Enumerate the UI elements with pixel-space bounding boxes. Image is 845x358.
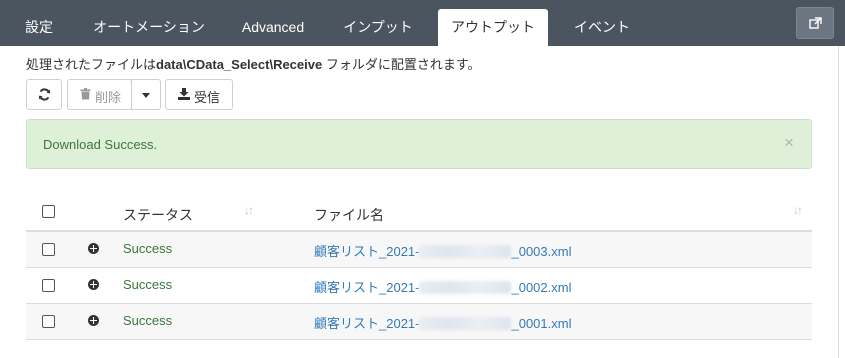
tab-advanced[interactable]: Advanced [230, 0, 316, 46]
open-external-button[interactable] [796, 7, 834, 39]
row-status: Success [123, 313, 173, 328]
success-alert: Download Success. × [26, 119, 812, 169]
caret-down-icon [142, 93, 150, 98]
row-checkbox[interactable] [42, 315, 55, 328]
column-header-status[interactable]: ステータス [123, 205, 193, 225]
tab-automation[interactable]: オートメーション [82, 0, 216, 46]
redacted-timestamp [419, 245, 512, 258]
row-divider [26, 339, 812, 340]
plus-circle-icon[interactable] [88, 315, 99, 326]
receive-button[interactable]: 受信 [165, 79, 233, 110]
sort-status-icon[interactable]: ↓↑ [244, 203, 254, 217]
delete-button[interactable]: 削除 [67, 79, 132, 110]
filename-suffix: _0001.xml [511, 316, 572, 331]
tab-settings[interactable]: 設定 [14, 0, 64, 46]
alert-message: Download Success. [43, 137, 158, 152]
row-checkbox[interactable] [42, 243, 55, 256]
filename-suffix: _0002.xml [511, 280, 572, 295]
tab-events[interactable]: イベント [562, 0, 642, 46]
row-checkbox[interactable] [42, 279, 55, 292]
output-folder-path: data\CData_Select\Receive [156, 57, 323, 72]
panel-edge [838, 46, 839, 358]
top-tab-bar: 設定 オートメーション Advanced インプット アウトプット イベント [0, 0, 845, 46]
trash-icon [80, 88, 91, 100]
plus-circle-icon[interactable] [88, 279, 99, 290]
filename-prefix: 顧客リスト_2021- [314, 280, 420, 295]
sort-filename-icon[interactable]: ↓↑ [793, 203, 803, 217]
column-header-filename[interactable]: ファイル名 [314, 205, 384, 225]
row-status: Success [123, 241, 173, 256]
row-status: Success [123, 277, 173, 292]
delete-options-dropdown[interactable] [131, 79, 161, 110]
row-filename-link[interactable]: 顧客リスト_2021- _0002.xml [314, 277, 571, 296]
filename-prefix: 顧客リスト_2021- [314, 316, 420, 331]
download-icon [178, 88, 190, 100]
close-icon[interactable]: × [784, 133, 794, 153]
filename-prefix: 顧客リスト_2021- [314, 244, 420, 259]
redacted-timestamp [419, 281, 512, 294]
row-filename-link[interactable]: 顧客リスト_2021- _0003.xml [314, 241, 571, 260]
delete-label: 削除 [95, 90, 122, 105]
row-filename-link[interactable]: 顧客リスト_2021- _0001.xml [314, 313, 571, 332]
tab-output[interactable]: アウトプット [438, 9, 548, 46]
receive-label: 受信 [194, 90, 221, 105]
info-suffix: フォルダに配置されます。 [322, 57, 481, 72]
refresh-button[interactable] [26, 79, 62, 110]
filename-suffix: _0003.xml [511, 244, 572, 259]
plus-circle-icon[interactable] [88, 243, 99, 254]
output-folder-info: 処理されたファイルはdata\CData_Select\Receive フォルダ… [26, 54, 481, 73]
info-prefix: 処理されたファイルは [26, 57, 157, 72]
external-link-icon [809, 17, 822, 29]
refresh-icon [39, 88, 50, 101]
select-all-checkbox[interactable] [42, 205, 55, 218]
redacted-timestamp [419, 317, 512, 330]
tab-input[interactable]: インプット [330, 0, 426, 46]
